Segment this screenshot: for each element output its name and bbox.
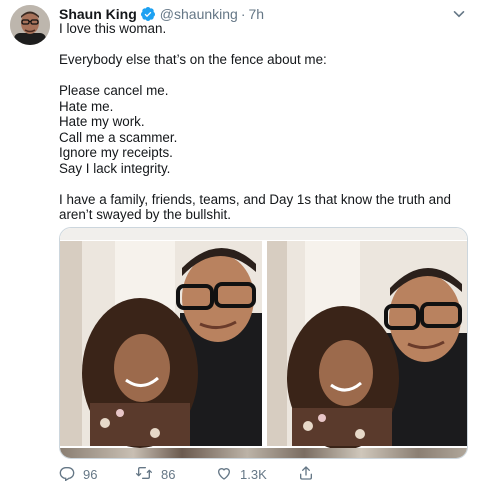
text-line: Ignore my receipts. xyxy=(59,145,173,160)
retweet-icon xyxy=(135,465,161,484)
photo-right[interactable] xyxy=(267,241,467,450)
author-name[interactable]: Shaun King xyxy=(59,6,137,22)
share-button[interactable] xyxy=(298,465,322,484)
line-break xyxy=(59,37,469,53)
like-icon xyxy=(216,465,240,484)
text-line: Hate me. xyxy=(59,98,114,114)
text-line: Say I lack integrity. xyxy=(59,160,171,176)
media-thumbnail-strip xyxy=(60,448,467,458)
tweet-text: I love this woman. Everybody else that’s… xyxy=(59,21,469,223)
reply-button[interactable]: 96 xyxy=(59,465,97,484)
line-break xyxy=(59,68,469,84)
media-attachment[interactable] xyxy=(59,227,468,459)
chevron-down-icon[interactable] xyxy=(451,6,467,22)
avatar[interactable] xyxy=(10,5,50,45)
avatar-photo xyxy=(10,5,50,45)
text-line: Everybody else that’s on the fence about… xyxy=(59,52,327,67)
text-line: aren’t swayed by the bullshit. xyxy=(59,207,231,222)
share-icon xyxy=(298,465,322,484)
tweet-timestamp[interactable]: 7h xyxy=(249,6,265,22)
photo-collage[interactable] xyxy=(60,228,467,458)
text-line: Hate my work. xyxy=(59,114,145,129)
retweet-count: 86 xyxy=(161,467,176,482)
text-line: I love this woman. xyxy=(59,21,167,36)
line-break xyxy=(59,176,469,192)
text-line: Call me a scammer. xyxy=(59,129,178,145)
like-count: 1.3K xyxy=(240,467,267,482)
like-button[interactable]: 1.3K xyxy=(216,465,267,484)
author-handle[interactable]: @shaunking xyxy=(160,6,238,22)
verified-badge-icon xyxy=(140,6,156,22)
text-line: I have a family, friends, teams, and Day… xyxy=(59,191,452,207)
reply-icon xyxy=(59,465,83,484)
text-line: Please cancel me. xyxy=(59,83,169,98)
photo-left[interactable] xyxy=(60,241,262,448)
retweet-button[interactable]: 86 xyxy=(135,465,175,484)
reply-count: 96 xyxy=(83,467,98,482)
separator-dot: · xyxy=(240,6,246,22)
